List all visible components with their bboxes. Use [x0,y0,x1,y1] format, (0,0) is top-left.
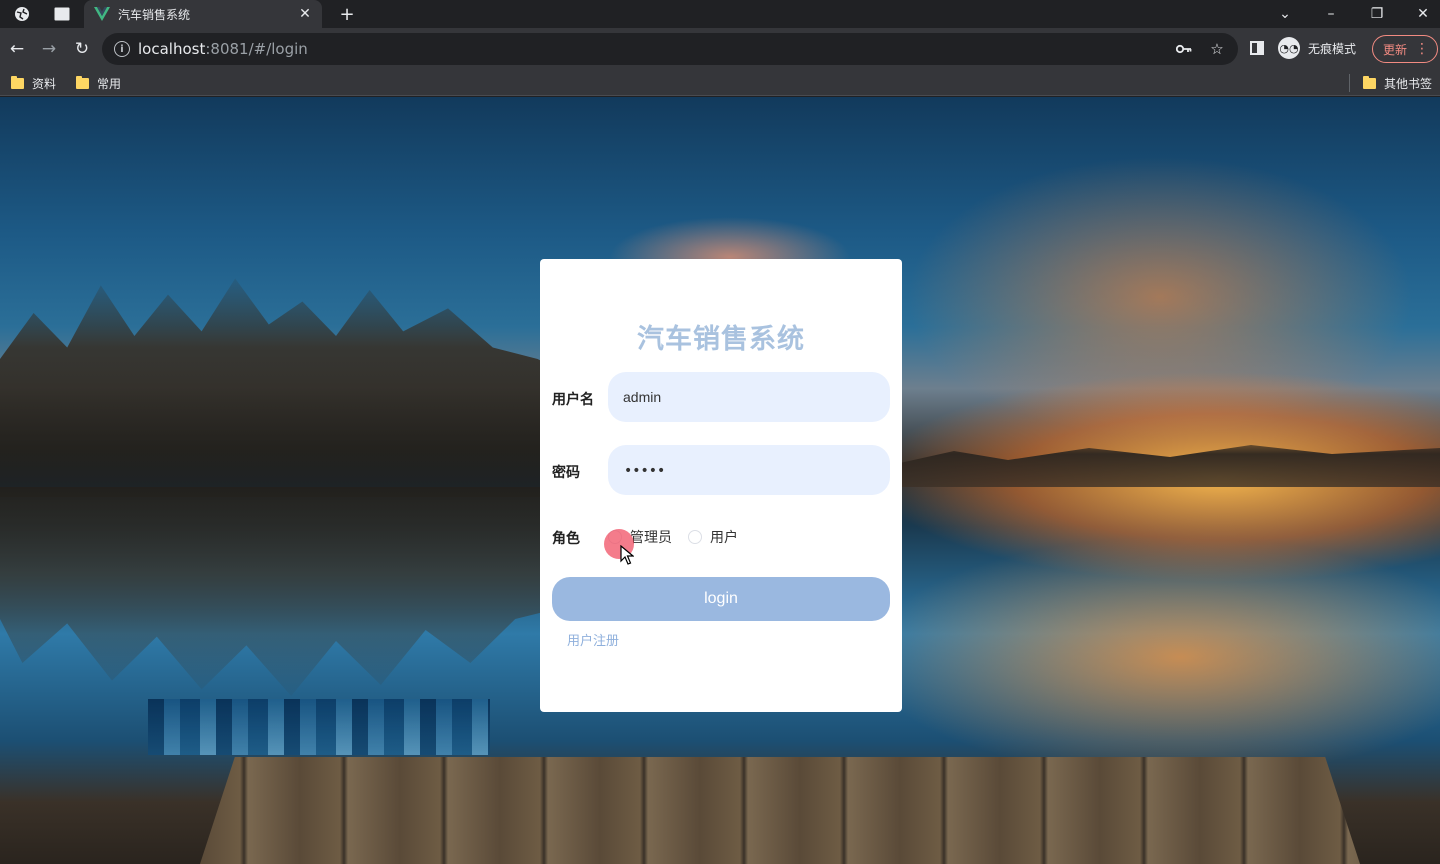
vue-logo-icon [94,6,110,22]
login-button[interactable]: login [552,577,890,621]
mouse-cursor-icon [620,545,634,565]
password-input[interactable] [608,445,890,495]
browser-toolbar: ← → ↻ i localhost:8081/#/login ☆ ◔◔ 无痕模式… [0,28,1440,70]
back-icon[interactable]: ← [5,37,29,61]
username-input[interactable] [608,372,890,422]
close-tab-icon[interactable]: ✕ [296,5,314,23]
role-admin-label[interactable]: 管理员 [630,527,672,547]
new-tab-icon[interactable]: + [336,3,358,25]
register-link[interactable]: 用户注册 [567,630,619,649]
bookmark-folder-0[interactable]: 资料 [11,74,56,92]
minimize-icon[interactable]: – [1308,0,1354,28]
close-window-icon[interactable]: ✕ [1400,0,1440,28]
role-user-radio[interactable] [688,530,702,544]
url-text: localhost:8081/#/login [138,40,308,58]
folder-icon [1363,75,1376,89]
url-host: localhost [138,40,206,58]
update-label: 更新 [1383,42,1408,57]
role-label: 角色 [552,531,580,547]
incognito-profile[interactable]: ◔◔ 无痕模式 [1278,37,1356,59]
forward-icon[interactable]: → [37,37,61,61]
tab-active[interactable]: 汽车销售系统 ✕ [84,0,322,28]
bookmark-label: 资料 [32,76,57,91]
incognito-icon: ◔◔ [1278,37,1300,59]
incognito-label: 无痕模式 [1308,41,1357,56]
bookmark-folder-1[interactable]: 常用 [76,74,121,92]
login-card: 汽车销售系统 用户名 密码 ••••• 角色 管理员 用户 login 用户注册 [540,259,902,712]
bookmark-label: 常用 [97,76,122,91]
globe-icon[interactable] [12,4,32,24]
other-bookmarks-folder[interactable]: 其他书签 [1363,74,1432,92]
tab-list-chevron-icon[interactable]: ⌄ [1262,0,1308,28]
tab-search-icon[interactable] [52,4,72,24]
restore-icon[interactable]: ❐ [1354,0,1400,28]
tab-title: 汽车销售系统 [118,7,191,22]
side-panel-icon[interactable] [1248,39,1266,57]
bookmarks-bar: 资料 常用 其他书签 [0,70,1440,96]
background-pier [200,757,1360,864]
folder-icon [76,75,89,89]
site-info-icon[interactable]: i [114,41,130,57]
update-button[interactable]: 更新 ⋮ [1372,35,1438,63]
tab-strip: 汽车销售系统 ✕ + ⌄ – ❐ ✕ [0,0,1440,28]
menu-dots-icon[interactable]: ⋮ [1415,41,1429,57]
key-icon[interactable] [1174,39,1194,59]
bookmarks-divider [1349,74,1350,92]
other-bookmarks-label: 其他书签 [1384,76,1433,91]
bookmark-star-icon[interactable]: ☆ [1207,39,1227,59]
background-trees [0,278,560,497]
folder-icon [11,75,24,89]
password-label: 密码 [552,465,580,481]
login-title: 汽车销售系统 [637,324,805,355]
reload-icon[interactable]: ↻ [70,37,94,61]
url-path: :8081/#/login [205,40,308,58]
background-reflection [0,487,560,696]
address-bar[interactable]: i localhost:8081/#/login ☆ [102,33,1238,65]
username-label: 用户名 [552,392,594,408]
background-pixelated-area [148,699,490,755]
role-user-label[interactable]: 用户 [710,527,738,547]
